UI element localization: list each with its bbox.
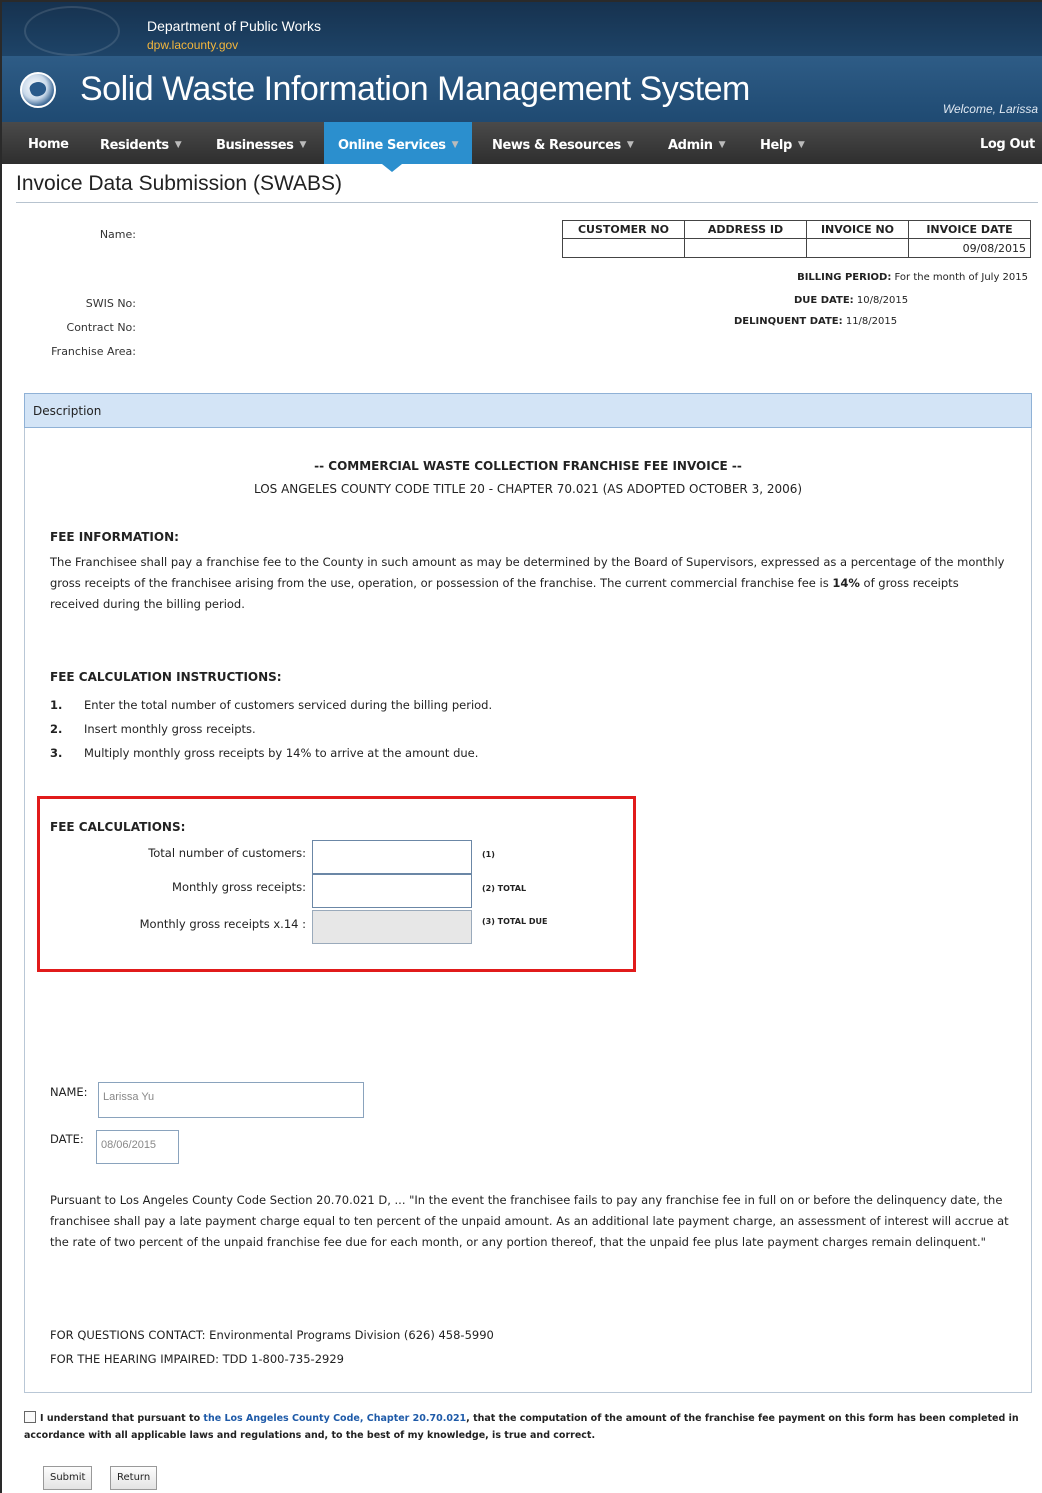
chevron-down-icon: ▼ [299, 140, 306, 150]
chevron-down-icon: ▼ [718, 140, 726, 150]
page-title: Invoice Data Submission (SWABS) [16, 172, 343, 195]
system-title: Solid Waste Information Management Syste… [80, 70, 750, 108]
fee-info-heading: FEE INFORMATION: [50, 530, 179, 544]
department-url[interactable]: dpw.lacounty.gov [147, 38, 238, 52]
instructions-heading: FEE CALCULATION INSTRUCTIONS: [50, 670, 282, 684]
signature-date-label: DATE: [50, 1132, 84, 1146]
due-date-label: DUE DATE: [794, 295, 854, 306]
gross-receipts-input[interactable] [312, 874, 472, 908]
invoice-no-cell [806, 238, 909, 258]
due-date-value: 10/8/2015 [856, 295, 909, 306]
fee-rate: 14% [832, 576, 860, 590]
description-header: Description [24, 393, 1032, 428]
return-button[interactable]: Return [110, 1466, 158, 1490]
customer-no-cell [562, 238, 685, 258]
agreement-text-start: I understand that pursuant to [40, 1413, 204, 1424]
system-title-bar: Solid Waste Information Management Syste… [2, 56, 1042, 122]
agreement-checkbox[interactable] [24, 1411, 36, 1423]
nav-news-resources-label: News & Resources [492, 138, 621, 153]
nav-logout[interactable]: Log Out [980, 122, 1035, 164]
name-label: Name: [99, 228, 136, 241]
submit-button[interactable]: Submit [43, 1466, 93, 1490]
nav-home[interactable]: Home [28, 122, 69, 164]
billing-period-value: For the month of July 2015 [894, 272, 1028, 283]
chevron-down-icon: ▼ [451, 140, 459, 150]
chevron-down-icon: ▼ [626, 140, 634, 150]
header-address-id: ADDRESS ID [684, 220, 807, 239]
county-code-link[interactable]: the Los Angeles County Code, Chapter 20.… [203, 1413, 466, 1424]
chevron-down-icon: ▼ [174, 140, 182, 150]
delinquent-date: DELINQUENT DATE: 11/8/2015 [734, 316, 897, 327]
invoice-date-cell: 09/08/2015 [908, 238, 1031, 258]
hearing-impaired-contact: FOR THE HEARING IMPAIRED: TDD 1-800-735-… [50, 1352, 344, 1366]
nav-help[interactable]: Help ▼ [760, 122, 805, 164]
nav-residents-label: Residents [100, 138, 169, 153]
customers-tag: (1) [482, 850, 495, 859]
title-divider [16, 202, 1038, 203]
signature-name-field[interactable]: Larissa Yu [98, 1082, 364, 1118]
delinquent-date-value: 11/8/2015 [845, 316, 898, 327]
signature-date-field[interactable]: 08/06/2015 [96, 1130, 179, 1164]
gross-receipts-label: Monthly gross receipts: [172, 880, 306, 894]
nav-online-services[interactable]: Online Services ▼ [324, 122, 473, 164]
nav-residents[interactable]: Residents ▼ [100, 122, 182, 164]
gross-receipts-tag: (2) TOTAL [482, 884, 527, 893]
delinquent-date-label: DELINQUENT DATE: [734, 316, 843, 327]
table-row: 09/08/2015 [562, 238, 1031, 258]
instruction-step: 2. Insert monthly gross receipts. [50, 722, 256, 736]
step-text: Enter the total number of customers serv… [84, 698, 493, 712]
swis-label: SWIS No: [85, 297, 136, 310]
chevron-down-icon: ▼ [797, 140, 805, 150]
nav-help-label: Help [760, 138, 792, 153]
department-name[interactable]: Department of Public Works [147, 18, 321, 34]
total-due-tag: (3) TOTAL DUE [482, 917, 548, 926]
customers-label: Total number of customers: [148, 846, 306, 860]
nav-online-services-label: Online Services [338, 138, 446, 153]
total-due-input [312, 910, 472, 944]
step-text: Insert monthly gross receipts. [84, 722, 256, 736]
late-payment-notice: Pursuant to Los Angeles County Code Sect… [50, 1193, 1009, 1249]
fee-info-text: The Franchisee shall pay a franchise fee… [50, 552, 1010, 615]
main-navbar: Home Residents ▼ Businesses ▼ Online Servi… [2, 122, 1042, 164]
instruction-step: 3. Multiply monthly gross receipts by 14%… [50, 746, 478, 760]
questions-contact: FOR QUESTIONS CONTACT: Environmental Pro… [50, 1328, 494, 1342]
agreement-text: I understand that pursuant to the Los An… [24, 1410, 1034, 1444]
nav-logout-label: Log Out [980, 137, 1035, 152]
contract-label: Contract No: [66, 321, 136, 334]
invoice-table-header: CUSTOMER NO ADDRESS ID INVOICE NO INVOIC… [562, 220, 1031, 239]
fee-calculations-heading: FEE CALCULATIONS: [50, 820, 186, 834]
nav-admin-label: Admin [668, 138, 713, 153]
nav-businesses-label: Businesses [216, 138, 294, 153]
invoice-table: CUSTOMER NO ADDRESS ID INVOICE NO INVOIC… [562, 220, 1031, 258]
signature-name-label: NAME: [50, 1085, 88, 1099]
step-text: Multiply monthly gross receipts by 14% t… [84, 746, 479, 760]
header-invoice-date: INVOICE DATE [908, 220, 1031, 239]
instruction-step: 1. Enter the total number of customers se… [50, 698, 492, 712]
billing-period-label: BILLING PERIOD: [797, 272, 892, 283]
header-invoice-no: INVOICE NO [806, 220, 909, 239]
step-number: 3. [50, 746, 63, 760]
county-seal-icon [24, 6, 120, 56]
nav-businesses[interactable]: Businesses ▼ [216, 122, 306, 164]
header-customer-no: CUSTOMER NO [562, 220, 685, 239]
franchise-area-label: Franchise Area: [51, 345, 136, 358]
step-number: 1. [50, 698, 63, 712]
billing-period: BILLING PERIOD: For the month of July 20… [797, 272, 1028, 283]
invoice-title: -- COMMERCIAL WASTE COLLECTION FRANCHISE… [314, 459, 742, 473]
dept-banner: Department of Public Works dpw.lacounty.… [2, 2, 1042, 56]
customers-input[interactable] [312, 840, 472, 874]
due-date: DUE DATE: 10/8/2015 [794, 295, 908, 306]
step-number: 2. [50, 722, 63, 736]
address-id-cell [684, 238, 807, 258]
welcome-message: Welcome, Larissa [942, 102, 1038, 116]
total-due-label: Monthly gross receipts x.14 : [139, 917, 306, 931]
active-nav-pointer [382, 164, 402, 172]
nav-home-label: Home [28, 137, 69, 152]
nav-news-resources[interactable]: News & Resources ▼ [492, 122, 634, 164]
globe-logo-icon [20, 72, 56, 108]
nav-admin[interactable]: Admin ▼ [668, 122, 726, 164]
invoice-subtitle: LOS ANGELES COUNTY CODE TITLE 20 - CHAPT… [253, 482, 803, 496]
